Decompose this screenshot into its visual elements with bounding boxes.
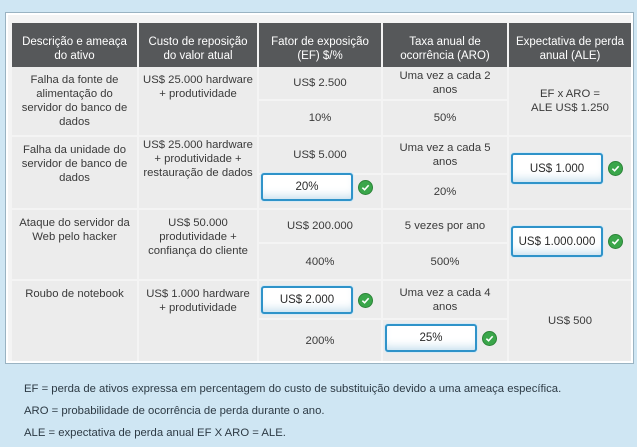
row3-ef-percent: 400% <box>259 244 381 279</box>
note-aro: ARO = probabilidade de ocorrência de per… <box>24 405 325 417</box>
row3-aro-percent: 500% <box>383 244 507 279</box>
row2-cost: US$ 25.000 hardware + produtividade + re… <box>139 137 257 208</box>
row2-asset: Falha da unidade do servidor de banco de… <box>12 137 137 208</box>
row4-aro-percent-field[interactable]: 25% <box>385 324 477 352</box>
row4-ef-percent: 200% <box>259 320 381 361</box>
row1-ef-percent: 10% <box>259 101 381 135</box>
check-circle-icon <box>608 234 623 249</box>
row4-ale: US$ 500 <box>509 281 631 361</box>
note-ale: ALE = expectativa de perda anual EF X AR… <box>24 427 286 439</box>
risk-table: Descrição e ameaça do ativo Custo de rep… <box>6 13 633 363</box>
row1-cost: US$ 25.000 hardware + produtividade <box>139 67 257 135</box>
row1-asset: Falha da fonte de alimentação do servido… <box>12 67 137 135</box>
row3-asset: Ataque do servidor da Web pelo hacker <box>12 210 137 279</box>
row2-ef-percent-field[interactable]: 20% <box>261 173 353 201</box>
row3-cost: US$ 50.000 produtividade + confiança do … <box>139 210 257 279</box>
row1-ale: EF x ARO = ALE US$ 1.250 <box>509 67 631 135</box>
row4-aro-text: Uma vez a cada 4 anos <box>383 281 507 318</box>
row2-aro-text: Uma vez a cada 5 anos <box>383 137 507 173</box>
check-circle-icon <box>358 293 373 308</box>
row4-ef-value-field[interactable]: US$ 2.000 <box>261 286 353 314</box>
row1-aro-text: Uma vez a cada 2 anos <box>383 67 507 99</box>
row1-ef-value: US$ 2.500 <box>259 67 381 99</box>
check-circle-icon <box>608 161 623 176</box>
row3-aro-text: 5 vezes por ano <box>383 210 507 242</box>
row4-asset: Roubo de notebook <box>12 281 137 361</box>
row2-aro-percent: 20% <box>383 175 507 208</box>
note-ef: EF = perda de ativos expressa em percent… <box>24 383 562 395</box>
row2-ef-value: US$ 5.000 <box>259 137 381 173</box>
row4-cost: US$ 1.000 hardware + produtividade <box>139 281 257 361</box>
row3-ef-value: US$ 200.000 <box>259 210 381 242</box>
row1-aro-percent: 50% <box>383 101 507 135</box>
check-circle-icon <box>358 180 373 195</box>
row3-ale-field[interactable]: US$ 1.000.000 <box>511 226 603 257</box>
row2-ale-field[interactable]: US$ 1.000 <box>511 153 603 184</box>
check-circle-icon <box>482 331 497 346</box>
